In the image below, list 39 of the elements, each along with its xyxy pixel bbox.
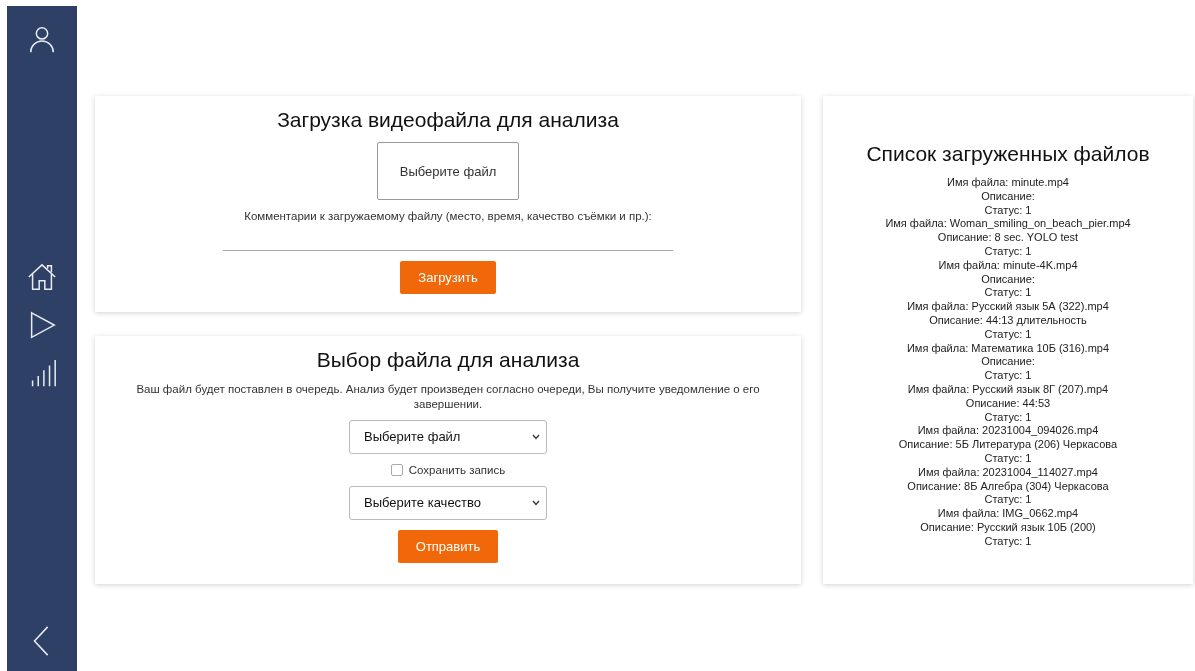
- file-name: Имя файла: 20231004_114027.mp4: [918, 465, 1098, 480]
- file-status: Статус: 1: [984, 493, 1032, 508]
- save-checkbox[interactable]: [390, 463, 403, 476]
- file-name: Имя файла: minute-4K.mp4: [938, 258, 1078, 273]
- file-description: Описание: 8Б Алгебра (304) Черкасова: [907, 479, 1109, 494]
- quality-select[interactable]: Выберите качество: [349, 485, 547, 520]
- save-label: Сохранить запись: [408, 463, 506, 476]
- file-name: Имя файла: 20231004_094026.mp4: [917, 424, 1099, 439]
- file-name: Имя файла: minute.mp4: [947, 176, 1069, 190]
- file-description: Описание:: [981, 355, 1035, 370]
- card-title: Загрузка видеофайла для анализа: [277, 108, 619, 132]
- file-description: Описание: 44:53: [965, 396, 1051, 411]
- file-name: Имя файла: Русский язык 5А (322).mp4: [907, 300, 1109, 314]
- file-status: Статус: 1: [984, 410, 1032, 425]
- file-picker-button[interactable]: Выберите файл: [377, 142, 519, 200]
- file-select[interactable]: Выберите файл: [349, 419, 547, 454]
- file-description: Описание:: [981, 189, 1035, 204]
- file-name: Имя файла: Woman_smiling_on_beach_pier.mp4: [885, 217, 1131, 232]
- queue-note: Ваш файл будет поставлен в очередь. Анализ будет произведен согласно очереди, Вы получите уведомление о его завершении.: [135, 382, 761, 412]
- file-status: Статус: 1: [984, 245, 1032, 259]
- file-description: Описание: 44:13 длительность: [929, 313, 1087, 328]
- file-description: Описание: 8 sec. YOLO test: [937, 231, 1079, 245]
- file-description: Описание: 5Б Литература (206) Черкасова: [898, 438, 1118, 452]
- file-status: Статус: 1: [984, 286, 1032, 301]
- file-status: Статус: 1: [984, 369, 1032, 383]
- card-title: Выбор файла для анализа: [316, 348, 580, 372]
- file-description: Описание: Русский язык 10Б (200): [920, 520, 1096, 535]
- file-status: Статус: 1: [984, 534, 1032, 549]
- chevron-icon: [532, 499, 540, 506]
- chevron-icon: [532, 433, 540, 440]
- file-name: Имя файла: IMG_0662.mp4: [937, 507, 1079, 521]
- card-title: Список загруженных файлов: [866, 142, 1150, 166]
- file-status: Статус: 1: [984, 327, 1032, 342]
- file-status: Статус: 1: [984, 451, 1032, 466]
- file-status: Статус: 1: [984, 203, 1032, 218]
- file-name: Имя файла: Математика 10Б (316).mp4: [906, 341, 1110, 356]
- file-description: Описание:: [981, 272, 1035, 287]
- comment-label: Комментарии к загружаемому файлу (место, время, качество съёмки и пр.):: [244, 210, 652, 222]
- file-name: Имя файла: Русский язык 8Г (207).mp4: [907, 382, 1109, 397]
